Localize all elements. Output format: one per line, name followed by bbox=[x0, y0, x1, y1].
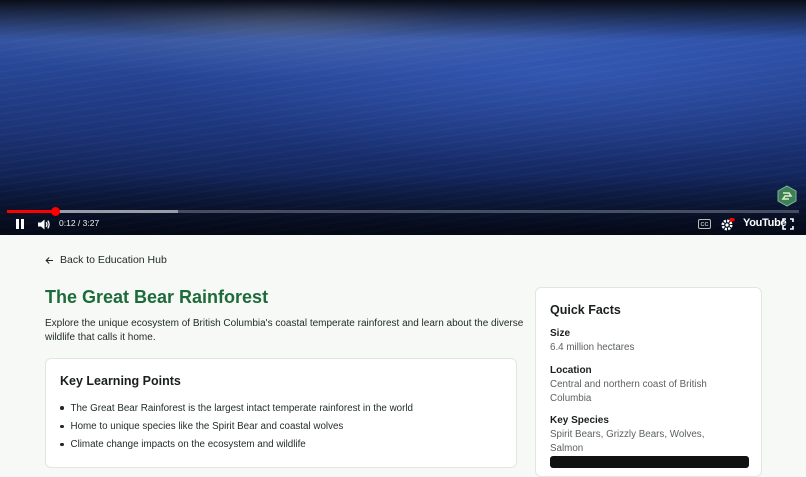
list-item: The Great Bear Rainforest is the largest… bbox=[60, 399, 413, 417]
playback-time: 0:12 / 3:27 bbox=[59, 218, 100, 228]
lesson-page: Back to Education Hub The Great Bear Rai… bbox=[0, 235, 806, 477]
video-player[interactable]: 0:12 / 3:27 CC YouTube bbox=[0, 0, 806, 235]
fact-label-location: Location bbox=[550, 365, 592, 376]
volume-button[interactable] bbox=[36, 216, 52, 232]
settings-icon bbox=[721, 217, 734, 230]
fact-value-location: Central and northern coast of British Co… bbox=[550, 379, 707, 404]
back-link[interactable]: Back to Education Hub bbox=[45, 254, 167, 266]
key-learning-card: Key Learning Points The Great Bear Rainf… bbox=[45, 358, 517, 468]
progress-bar[interactable] bbox=[7, 207, 799, 216]
shoreline-shadow bbox=[0, 0, 806, 40]
fact-value-species: Spirit Bears, Grizzly Bears, Wolves, Sal… bbox=[550, 429, 705, 454]
settings-button[interactable] bbox=[719, 216, 735, 232]
arrow-left-icon bbox=[45, 256, 53, 264]
key-learning-heading: Key Learning Points bbox=[60, 374, 181, 388]
controls-gradient bbox=[0, 175, 806, 235]
captions-button[interactable]: CC bbox=[696, 216, 712, 232]
bullet-icon bbox=[60, 406, 64, 410]
fact-label-size: Size bbox=[550, 328, 571, 339]
intro-text: Explore the unique ecosystem of British … bbox=[45, 318, 524, 343]
bullet-icon bbox=[60, 442, 64, 447]
svg-text:CC: CC bbox=[700, 222, 708, 228]
fact-value-size: 6.4 million hectares bbox=[550, 342, 635, 353]
quick-facts-heading: Quick Facts bbox=[550, 303, 621, 317]
fullscreen-button[interactable] bbox=[780, 216, 796, 232]
list-item: Home to unique species like the Spirit B… bbox=[60, 417, 413, 435]
progress-played bbox=[7, 210, 55, 213]
captions-icon: CC bbox=[697, 219, 711, 229]
facts-action-button[interactable] bbox=[550, 456, 749, 468]
pause-icon bbox=[16, 219, 24, 229]
bullet-icon bbox=[60, 424, 64, 429]
pause-button[interactable] bbox=[12, 216, 28, 232]
channel-logo-icon[interactable] bbox=[776, 185, 798, 207]
back-link-label[interactable]: Back to Education Hub bbox=[60, 254, 167, 266]
progress-scrubber-handle[interactable] bbox=[50, 207, 60, 216]
page-title: The Great Bear Rainforest bbox=[45, 287, 269, 307]
fact-label-species: Key Species bbox=[550, 415, 609, 426]
volume-icon bbox=[38, 219, 50, 229]
key-learning-list: The Great Bear Rainforest is the largest… bbox=[60, 399, 413, 454]
list-item: Climate change impacts on the ecosystem … bbox=[60, 436, 413, 454]
quick-facts-card: Quick Facts Size 6.4 million hectares Lo… bbox=[535, 287, 762, 477]
fullscreen-icon bbox=[782, 218, 794, 230]
